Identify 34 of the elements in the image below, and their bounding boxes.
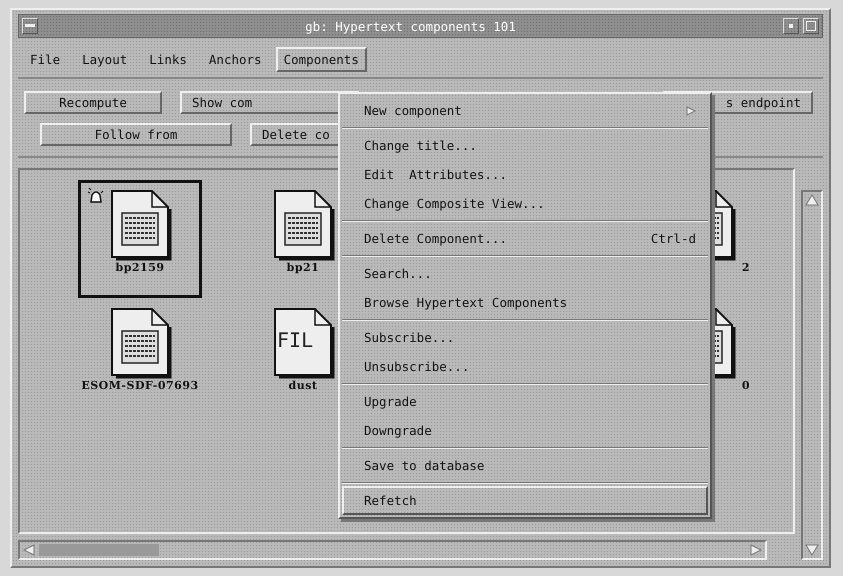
component-label: ESOM-SDF-07693 [81,379,199,392]
menu-title[interactable]: Layout [74,47,136,72]
menu-title[interactable]: Components [276,47,367,72]
component-label: 0 [742,379,750,392]
left-arrow-icon[interactable] [23,544,35,556]
down-arrow-icon[interactable] [805,544,819,556]
component-item[interactable]: ESOM-SDF-07693 [68,298,212,418]
component-item[interactable]: bp2159 [78,180,202,298]
component-label: bp2159 [116,261,164,274]
document-icon[interactable] [108,189,172,261]
window-menu-button[interactable] [22,18,38,34]
text-file-icon[interactable]: FIL [271,307,335,379]
action-button[interactable]: Recompute [24,91,162,114]
horizontal-scrollbar[interactable] [18,540,767,560]
maximize-button[interactable] [803,18,819,34]
action-button[interactable]: Follow from [40,123,232,146]
menu-title[interactable]: Links [141,47,195,72]
menu-item[interactable]: Downgrade [342,416,708,445]
square-icon [806,21,816,31]
vertical-scrollbar[interactable] [801,190,823,560]
bar-icon [25,24,35,28]
component-label: dust [288,379,318,392]
up-arrow-icon[interactable] [805,194,819,206]
minimize-button[interactable] [783,18,799,34]
menu-title[interactable]: File [22,47,68,72]
document-icon[interactable] [271,189,335,261]
component-label: bp21 [286,261,320,274]
menu-item[interactable]: Refetch [342,486,708,515]
menu-item[interactable]: Save to database [342,451,708,480]
menu-title[interactable]: Anchors [200,47,270,72]
menu-item[interactable]: Change title... [342,131,708,160]
window-title: gb: Hypertext components 101 [304,18,517,34]
right-arrow-icon[interactable] [750,544,762,556]
component-label: 2 [742,261,750,274]
